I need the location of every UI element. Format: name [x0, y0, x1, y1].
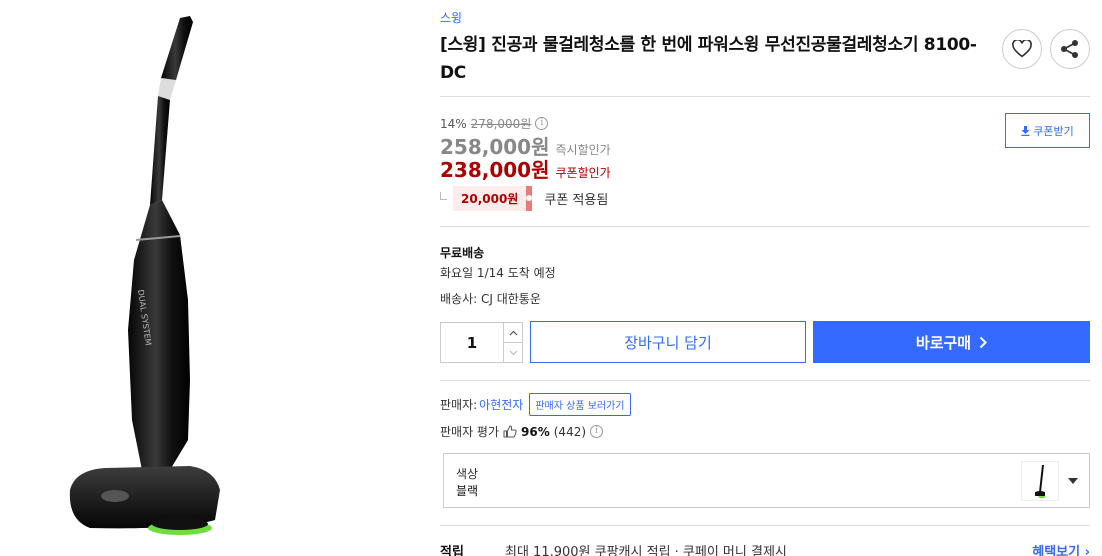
add-to-cart-button[interactable]: 장바구니 담기 — [530, 321, 806, 363]
seller-prefix: 판매자: — [440, 398, 478, 412]
original-price: 278,000원 — [470, 117, 532, 131]
quantity-input[interactable] — [441, 323, 503, 362]
corner-mark — [440, 191, 447, 200]
share-button[interactable] — [1050, 29, 1090, 69]
seller-name-link[interactable]: 아현전자 — [479, 396, 523, 413]
caret-down-icon — [1068, 478, 1078, 484]
coupon-amount: 20,000원 — [453, 186, 533, 211]
seller-rating-row: 판매자 평가 96% (442) i — [440, 423, 604, 440]
carrier: 배송사: CJ 대한통운 — [440, 292, 541, 306]
chevron-right-icon — [979, 336, 988, 348]
coupon-download-button[interactable]: 쿠폰받기 — [1005, 113, 1090, 148]
color-option-select[interactable]: 색상 블랙 — [443, 453, 1090, 508]
benefit-link-label: 혜택보기 — [1032, 545, 1081, 556]
divider — [440, 380, 1090, 381]
option-label: 색상 — [456, 467, 479, 481]
seller-rating-label: 판매자 평가 — [440, 425, 500, 439]
discount-row: 14% 278,000원 i — [440, 115, 549, 132]
coupon-price-label: 쿠폰할인가 — [555, 166, 611, 180]
option-thumbnail — [1021, 461, 1059, 501]
quantity-decrease-button[interactable] — [504, 343, 522, 362]
benefit-link[interactable]: 혜택보기 › — [1032, 541, 1090, 556]
reward-label: 적립 — [440, 545, 464, 556]
reward-text: 최대 11,900원 쿠팡캐시 적립 · 쿠페이 머니 결제시 — [505, 545, 787, 556]
arrival-date: 화요일 1/14 도착 예정 — [440, 266, 556, 280]
quantity-stepper — [440, 322, 523, 363]
info-icon[interactable]: i — [535, 117, 549, 130]
coupon-applied-label: 쿠폰 적용됨 — [544, 193, 609, 208]
coupon-download-label: 쿠폰받기 — [1033, 124, 1074, 138]
product-image: DUAL SYSTEM — [30, 0, 330, 556]
thumbs-up-icon — [503, 425, 517, 438]
coupon-price: 238,000원 — [440, 158, 550, 182]
share-icon — [1061, 40, 1078, 58]
quantity-arrows — [503, 323, 522, 362]
divider — [440, 525, 1090, 526]
divider — [440, 226, 1090, 227]
download-icon — [1021, 125, 1030, 136]
coupon-price-row: 238,000원 쿠폰할인가 — [440, 154, 611, 183]
brand-link[interactable]: 스윙 — [440, 9, 462, 26]
wishlist-button[interactable] — [1002, 29, 1042, 69]
quantity-increase-button[interactable] — [504, 323, 522, 343]
buy-now-button[interactable]: 바로구매 — [813, 321, 1090, 363]
seller-products-button[interactable]: 판매자 상품 보러가기 — [529, 393, 631, 416]
seller-rating-count: (442) — [553, 424, 587, 439]
product-title: [스윙] 진공과 물걸레청소를 한 번에 파워스윙 무선진공물걸레청소기 810… — [440, 35, 977, 83]
divider — [440, 96, 1090, 97]
shipping-type: 무료배송 — [440, 246, 485, 260]
chevron-down-icon — [509, 350, 517, 355]
info-icon[interactable]: i — [590, 425, 604, 438]
chevron-up-icon — [509, 330, 517, 335]
seller-rating-percent: 96% — [521, 424, 550, 439]
buy-now-label: 바로구매 — [915, 333, 972, 352]
vacuum-cleaner-image: DUAL SYSTEM — [69, 16, 220, 535]
option-value: 블랙 — [456, 484, 479, 498]
option-thumbnail-image — [1035, 465, 1046, 498]
discount-rate: 14% — [440, 116, 467, 131]
seller-row: 판매자: 아현전자 판매자 상품 보러가기 — [440, 393, 631, 416]
coupon-applied-row: 20,000원 쿠폰 적용됨 — [440, 186, 608, 211]
heart-icon — [1012, 40, 1032, 58]
